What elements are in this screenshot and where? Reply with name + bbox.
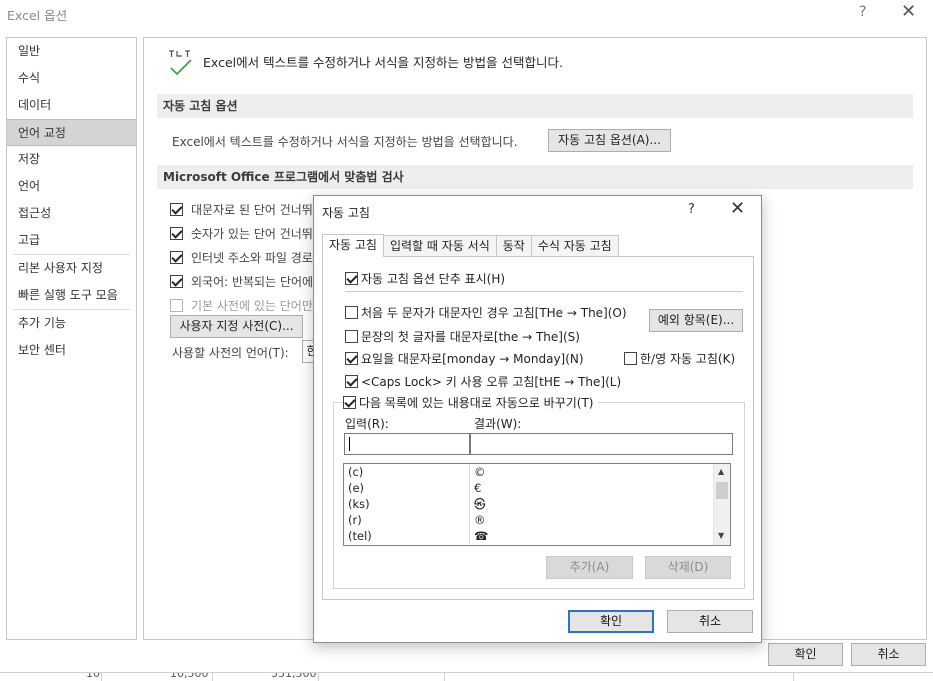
replace-result-label: 결과(W): <box>474 417 522 431</box>
capitalize-day-names-check[interactable]: 요일을 대문자로[monday → Monday](N) <box>345 350 584 366</box>
sheet-cell: 10,500 <box>170 672 209 680</box>
list-item[interactable]: (r) ® <box>344 512 730 528</box>
delete-entry-button[interactable]: 삭제(D) <box>645 556 731 579</box>
nav-item-proofing[interactable]: 언어 교정 <box>7 119 136 146</box>
nav-item-save[interactable]: 저장 <box>7 146 136 173</box>
nav-item-formulas[interactable]: 수식 <box>7 65 136 92</box>
hangul-english-autocorrect-check[interactable]: 한/영 자동 고침(K) <box>624 350 735 366</box>
text-caret <box>349 437 350 451</box>
replacement-list[interactable]: (c) © (e) € (ks) ㉿ (r) ® (tel) ☎ ▲ ▼ <box>343 463 731 546</box>
cancel-button[interactable]: 취소 <box>851 643 926 666</box>
autocorrect-tab-panel: 자동 고침 옵션 단추 표시(H) 처음 두 문자가 대문자인 경우 고침[TH… <box>322 256 754 600</box>
sheet-cell: 10 <box>86 672 100 680</box>
autocorrect-section-header: 자동 고침 옵션 <box>157 94 913 118</box>
check-ignore-numbers[interactable]: 숫자가 있는 단어 건너뛰기 <box>170 224 320 242</box>
scroll-thumb[interactable] <box>716 482 728 499</box>
autocorrect-options-button[interactable]: 자동 고침 옵션(A)... <box>548 129 671 152</box>
list-item[interactable]: (c) © <box>344 464 730 480</box>
checkbox[interactable] <box>170 250 183 264</box>
check-ignore-internet-paths[interactable]: 인터넷 주소와 파일 경로 <box>170 248 320 266</box>
list-item[interactable]: (tel) ☎ <box>344 528 730 544</box>
nav-item-general[interactable]: 일반 <box>7 38 136 65</box>
proofing-intro: Excel에서 텍스트를 수정하거나 서식을 지정하는 방법을 선택합니다. <box>203 55 563 70</box>
replace-input-field[interactable] <box>344 433 470 455</box>
add-entry-button[interactable]: 추가(A) <box>546 556 633 579</box>
check-flag-repeated-words[interactable]: 외국어: 반복되는 단어에 <box>170 272 320 290</box>
autocorrect-dialog: 자동 고침 ? ✕ 자동 고침 입력할 때 자동 서식 동작 수식 자동 고침 … <box>313 195 762 643</box>
dialog-close-icon[interactable]: ✕ <box>730 198 745 219</box>
sheet-gridline <box>101 673 102 681</box>
exceptions-button[interactable]: 예외 항목(E)... <box>649 309 743 332</box>
checkbox[interactable] <box>345 351 358 365</box>
check-main-dictionary-only: 기본 사전에 있는 단어만 <box>170 296 320 314</box>
proofing-check-icon <box>169 50 192 76</box>
sheet-gridline <box>318 673 319 681</box>
check-ignore-uppercase[interactable]: 대문자로 된 단어 건너뛰기 <box>170 200 320 218</box>
list-scrollbar[interactable]: ▲ ▼ <box>713 464 730 545</box>
list-item[interactable]: (e) € <box>344 480 730 496</box>
window-title: Excel 옵션 <box>7 8 68 23</box>
sheet-gridline <box>793 673 794 681</box>
tab-autoformat-as-you-type[interactable]: 입력할 때 자동 서식 <box>382 235 497 257</box>
nav-item-quick-access-toolbar[interactable]: 빠른 실행 도구 모음 <box>7 282 136 309</box>
list-item[interactable]: (ks) ㉿ <box>344 496 730 512</box>
custom-dictionaries-button[interactable]: 사용자 지정 사전(C)... <box>170 315 303 338</box>
tab-actions[interactable]: 동작 <box>495 235 532 257</box>
replace-text-as-you-type-check[interactable]: 다음 목록에 있는 내용대로 자동으로 바꾸기(T) <box>343 394 598 410</box>
scroll-down-icon[interactable]: ▼ <box>718 531 724 540</box>
tab-math-autocorrect[interactable]: 수식 자동 고침 <box>530 235 619 257</box>
sheet-background: 10 10,500 351,500 <box>0 672 933 681</box>
scroll-up-icon[interactable]: ▲ <box>718 467 724 476</box>
checkbox[interactable] <box>345 329 358 343</box>
replace-input-label: 입력(R): <box>345 417 389 431</box>
separator <box>345 291 743 292</box>
nav-item-customize-ribbon[interactable]: 리본 사용자 지정 <box>7 255 136 282</box>
spelling-section-header: Microsoft Office 프로그램에서 맞춤법 검사 <box>157 165 913 189</box>
nav-item-advanced[interactable]: 고급 <box>7 227 136 254</box>
help-icon[interactable]: ? <box>859 4 866 20</box>
nav-item-add-ins[interactable]: 추가 기능 <box>7 310 136 337</box>
correct-two-initial-capitals-check[interactable]: 처음 두 문자가 대문자인 경우 고침[THe → The](O) <box>345 304 627 320</box>
dictionary-language-label: 사용할 사전의 언어(T): <box>172 346 289 360</box>
close-icon[interactable]: ✕ <box>901 1 916 22</box>
nav-item-trust-center[interactable]: 보안 센터 <box>7 337 136 364</box>
tab-autocorrect[interactable]: 자동 고침 <box>322 234 384 257</box>
show-autocorrect-buttons-check[interactable]: 자동 고침 옵션 단추 표시(H) <box>345 270 505 286</box>
checkbox[interactable] <box>345 271 358 285</box>
checkbox[interactable] <box>343 395 356 409</box>
checkbox[interactable] <box>170 202 183 216</box>
ok-button[interactable]: 확인 <box>768 643 843 666</box>
checkbox[interactable] <box>170 226 183 240</box>
checkbox[interactable] <box>624 351 637 365</box>
dialog-ok-button[interactable]: 확인 <box>568 610 654 633</box>
options-nav: 일반 수식 데이터 언어 교정 저장 언어 접근성 고급 리본 사용자 지정 빠… <box>6 37 137 640</box>
nav-item-accessibility[interactable]: 접근성 <box>7 200 136 227</box>
dialog-tabs: 자동 고침 입력할 때 자동 서식 동작 수식 자동 고침 <box>322 234 619 257</box>
checkbox[interactable] <box>170 274 183 288</box>
checkbox <box>170 298 183 312</box>
dialog-help-icon[interactable]: ? <box>688 202 695 217</box>
dialog-title: 자동 고침 <box>322 206 370 220</box>
capitalize-first-letter-check[interactable]: 문장의 첫 글자를 대문자로[the → The](S) <box>345 328 580 344</box>
checkbox[interactable] <box>345 374 358 388</box>
nav-item-data[interactable]: 데이터 <box>7 92 136 119</box>
nav-item-language[interactable]: 언어 <box>7 173 136 200</box>
checkbox[interactable] <box>345 305 358 319</box>
autocorrect-description: Excel에서 텍스트를 수정하거나 서식을 지정하는 방법을 선택합니다. <box>172 135 518 149</box>
sheet-gridline <box>444 673 445 681</box>
replace-result-field[interactable] <box>470 433 733 455</box>
correct-caps-lock-check[interactable]: <Caps Lock> 키 사용 오류 고침[tHE → The](L) <box>345 373 621 389</box>
sheet-gridline <box>212 673 213 681</box>
dialog-cancel-button[interactable]: 취소 <box>667 610 753 633</box>
sheet-cell: 351,500 <box>271 672 317 680</box>
